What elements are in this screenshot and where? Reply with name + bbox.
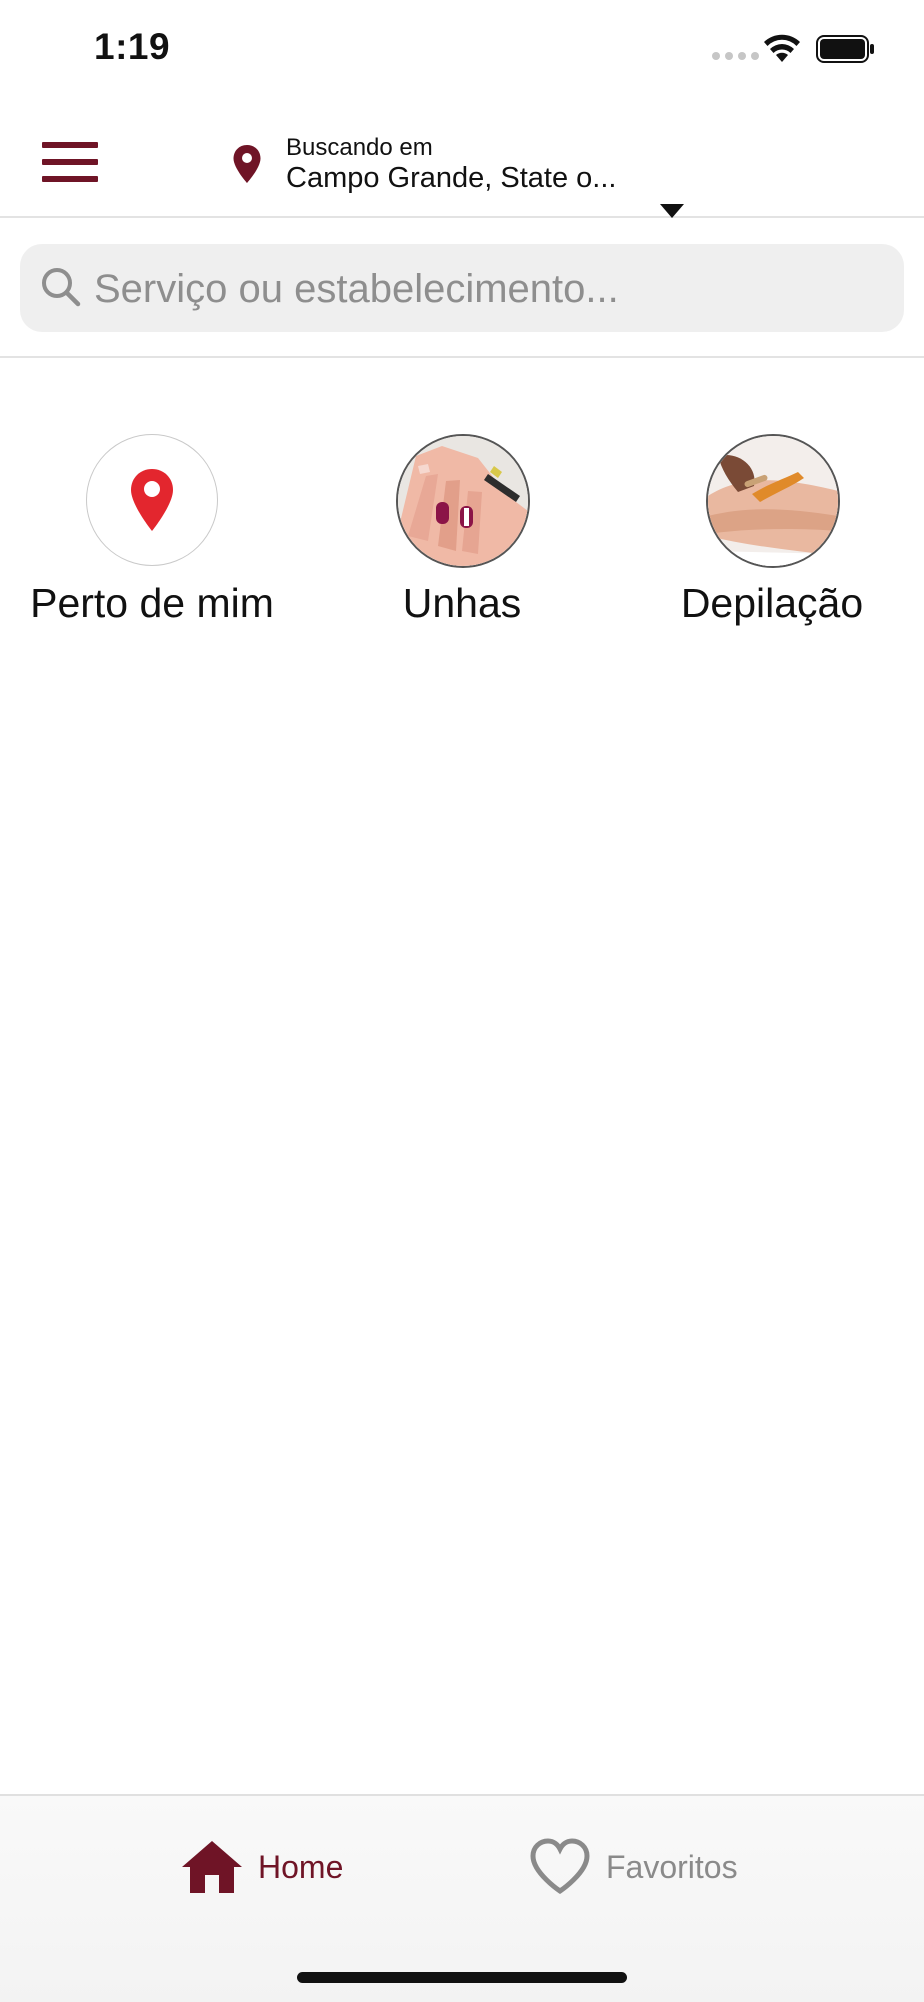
waxing-photo bbox=[708, 436, 838, 566]
category-label: Depilação bbox=[680, 580, 864, 626]
map-pin-icon bbox=[131, 469, 173, 531]
status-bar: 1:19 bbox=[0, 0, 924, 100]
search-icon bbox=[42, 268, 81, 307]
tab-favoritos-label: Favoritos bbox=[606, 1848, 738, 1885]
search-section bbox=[0, 218, 924, 358]
tab-bar: Home Favoritos bbox=[0, 1794, 924, 2002]
category-label: Perto de mim bbox=[30, 580, 274, 626]
nails-photo bbox=[398, 436, 528, 566]
location-prefix: Buscando em bbox=[286, 134, 433, 161]
waxing-image bbox=[706, 434, 840, 568]
category-label: Unhas bbox=[402, 580, 522, 626]
wifi-icon bbox=[764, 34, 800, 62]
cellular-signal-icon bbox=[712, 52, 759, 60]
category-list: Perto de mim Unhas Depilação bbox=[0, 432, 924, 632]
location-selector[interactable]: Buscando em Campo Grande, State o... bbox=[232, 130, 692, 218]
category-depilacao[interactable]: Depilação bbox=[622, 432, 922, 632]
battery-icon bbox=[816, 35, 874, 63]
nails-image bbox=[396, 434, 530, 568]
home-icon bbox=[182, 1841, 242, 1893]
search-bar[interactable] bbox=[20, 244, 904, 332]
app-header: Buscando em Campo Grande, State o... bbox=[0, 100, 924, 218]
category-unhas[interactable]: Unhas bbox=[312, 432, 612, 632]
chevron-down-icon bbox=[660, 204, 684, 218]
location-pin-icon bbox=[233, 145, 261, 183]
menu-button[interactable] bbox=[30, 138, 102, 188]
search-input[interactable] bbox=[92, 258, 886, 320]
category-icon bbox=[86, 434, 218, 566]
tab-home[interactable]: Home bbox=[180, 1832, 343, 1902]
location-value: Campo Grande, State o... bbox=[286, 162, 617, 194]
category-perto-de-mim[interactable]: Perto de mim bbox=[2, 432, 302, 632]
heart-icon bbox=[530, 1838, 590, 1895]
menu-icon bbox=[42, 142, 98, 148]
tab-favoritos[interactable]: Favoritos bbox=[528, 1832, 738, 1902]
status-time: 1:19 bbox=[94, 26, 171, 67]
menu-icon-bar bbox=[42, 159, 98, 165]
home-indicator bbox=[297, 1972, 627, 1983]
tab-home-label: Home bbox=[258, 1848, 344, 1885]
menu-icon-bar bbox=[42, 176, 98, 182]
